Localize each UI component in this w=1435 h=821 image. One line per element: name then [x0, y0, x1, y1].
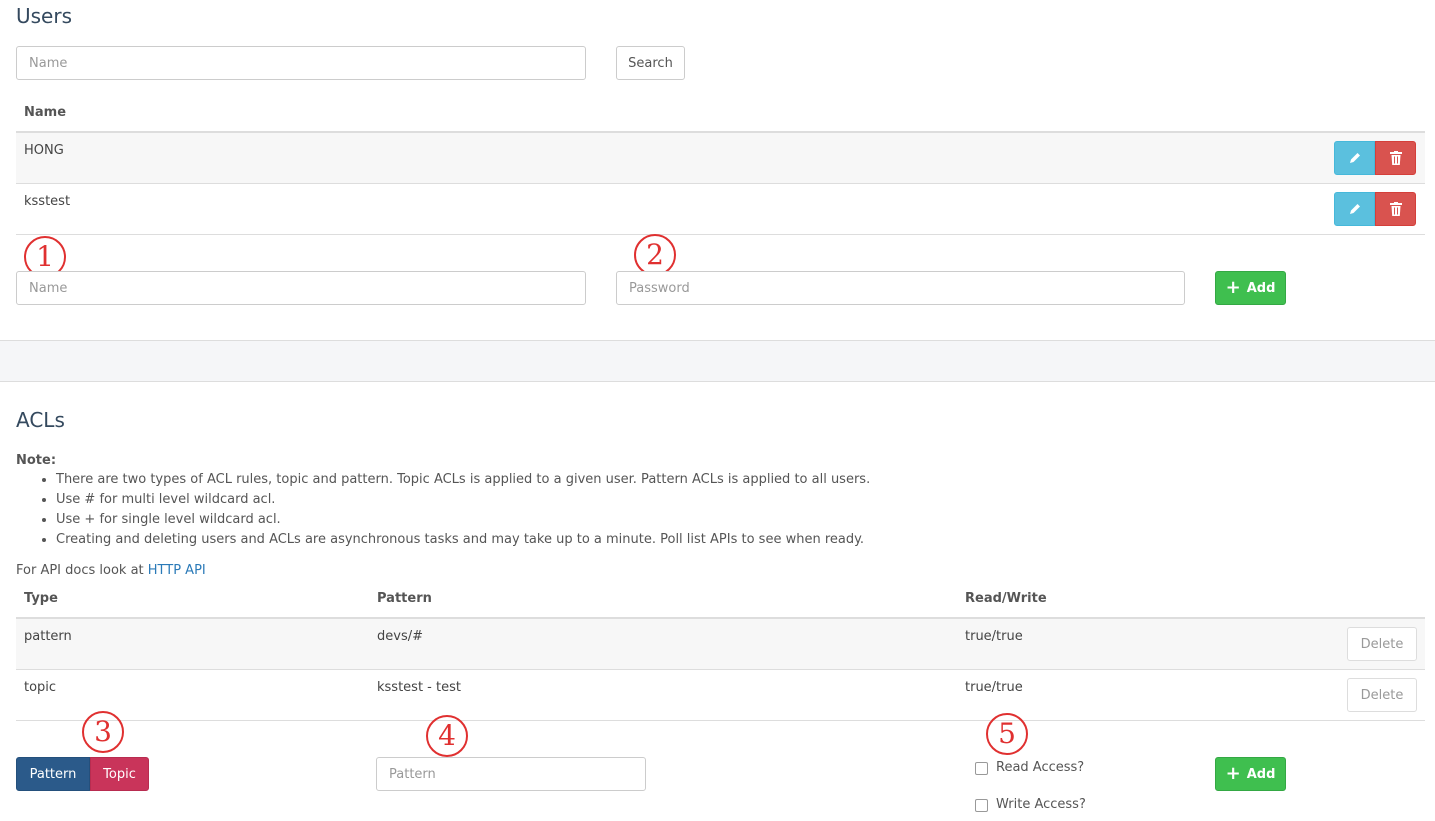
new-user-name-input[interactable] — [16, 271, 586, 305]
write-access-checkbox[interactable] — [975, 799, 988, 812]
acls-title: ACLs — [16, 408, 65, 432]
acl-rw-cell: true/true — [965, 680, 1023, 695]
note-item: Use # for multi level wildcard acl. — [56, 490, 1416, 510]
pencil-icon — [1349, 153, 1360, 163]
acl-pattern-cell: devs/# — [377, 629, 423, 644]
row-divider — [16, 669, 1425, 670]
plus-icon: + — [1225, 763, 1241, 784]
api-docs-prefix: For API docs look at — [16, 563, 148, 578]
new-user-password-input[interactable] — [616, 271, 1185, 305]
read-access-checkbox[interactable] — [975, 762, 988, 775]
delete-acl-button[interactable]: Delete — [1347, 678, 1417, 712]
user-name-cell: HONG — [24, 143, 64, 158]
user-search-input[interactable] — [16, 46, 586, 80]
annotation-marker-3: 3 — [82, 711, 124, 753]
note-list: There are two types of ACL rules, topic … — [16, 470, 1416, 550]
add-acl-label: Add — [1246, 766, 1276, 782]
trash-icon — [1389, 202, 1402, 216]
acl-rw-cell: true/true — [965, 629, 1023, 644]
annotation-marker-4: 4 — [426, 715, 468, 757]
read-access-label: Read Access? — [996, 760, 1085, 775]
note-label: Note: — [16, 453, 57, 468]
table-row — [16, 133, 1425, 183]
row-divider — [16, 720, 1425, 721]
edit-user-button[interactable] — [1334, 192, 1375, 226]
note-item: Creating and deleting users and ACLs are… — [56, 530, 1416, 550]
section-separator — [0, 340, 1435, 382]
users-title: Users — [16, 4, 73, 28]
table-row — [16, 619, 1425, 669]
add-user-label: Add — [1246, 280, 1276, 296]
users-column-name: Name — [24, 105, 67, 120]
annotation-marker-2: 2 — [634, 234, 676, 276]
edit-user-button[interactable] — [1334, 141, 1375, 175]
acl-column-type: Type — [24, 591, 58, 606]
http-api-link[interactable]: HTTP API — [148, 563, 206, 578]
add-user-button[interactable]: + Add — [1215, 271, 1286, 305]
acl-pattern-input[interactable] — [376, 757, 646, 791]
search-button[interactable]: Search — [616, 46, 685, 80]
row-divider — [16, 183, 1425, 184]
delete-user-button[interactable] — [1375, 192, 1416, 226]
plus-icon: + — [1225, 277, 1241, 298]
delete-acl-button[interactable]: Delete — [1347, 627, 1417, 661]
acl-type-topic-toggle[interactable]: Topic — [90, 757, 149, 791]
note-item: Use + for single level wildcard acl. — [56, 510, 1416, 530]
row-divider — [16, 234, 1425, 235]
add-acl-button[interactable]: + Add — [1215, 757, 1286, 791]
acl-type-cell: topic — [24, 680, 57, 695]
acl-column-pattern: Pattern — [377, 591, 432, 606]
trash-icon — [1389, 151, 1402, 165]
api-docs-line: For API docs look at HTTP API — [16, 563, 206, 578]
acl-type-cell: pattern — [24, 629, 72, 644]
acl-type-pattern-toggle[interactable]: Pattern — [16, 757, 90, 791]
user-name-cell: ksstest — [24, 194, 71, 209]
note-item: There are two types of ACL rules, topic … — [56, 470, 1416, 490]
delete-user-button[interactable] — [1375, 141, 1416, 175]
pencil-icon — [1349, 204, 1360, 214]
annotation-marker-5: 5 — [986, 713, 1028, 755]
acl-note: Note: There are two types of ACL rules, … — [16, 452, 1416, 550]
acl-column-read-write: Read/Write — [965, 591, 1047, 606]
write-access-label: Write Access? — [996, 797, 1086, 812]
acl-pattern-cell: ksstest - test — [377, 680, 461, 695]
